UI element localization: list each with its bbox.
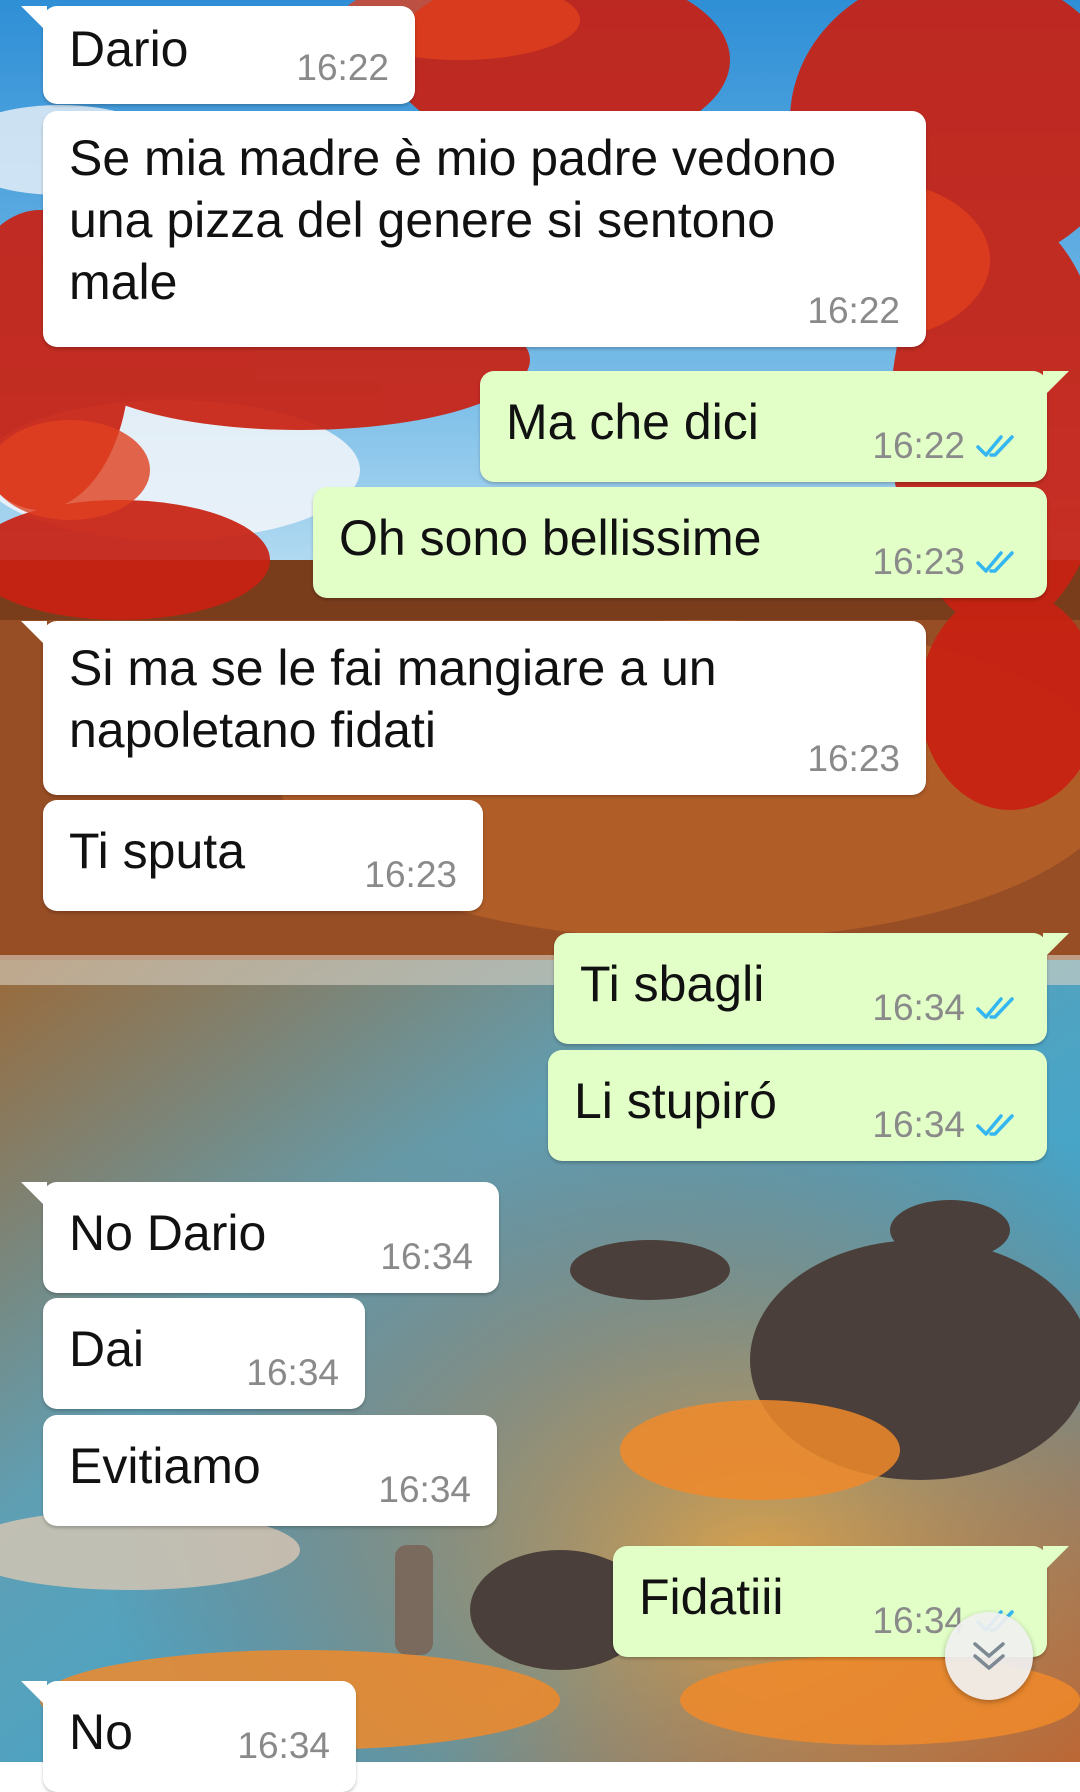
message-time: 16:34 xyxy=(378,1469,471,1510)
message-time: 16:22 xyxy=(872,425,965,466)
message-time: 16:22 xyxy=(807,290,900,331)
message-text: Oh sono bellissime xyxy=(339,510,762,566)
message-time: 16:34 xyxy=(380,1236,473,1277)
message-outgoing[interactable]: Li stupiró 16:34 xyxy=(548,1050,1047,1161)
message-incoming[interactable]: Se mia madre è mio padre vedono una pizz… xyxy=(43,111,926,347)
message-meta: 16:34 xyxy=(246,1353,339,1393)
message-text: Ti sputa xyxy=(69,823,246,879)
message-outgoing[interactable]: Ma che dici 16:22 xyxy=(480,371,1069,482)
message-meta: 16:22 xyxy=(872,426,1021,466)
double-check-icon xyxy=(976,551,1014,573)
message-text: No xyxy=(69,1704,133,1760)
message-outgoing[interactable]: Ti sbagli 16:34 xyxy=(554,933,1069,1044)
message-incoming[interactable]: Evitiamo 16:34 xyxy=(43,1415,497,1526)
message-meta: 16:34 xyxy=(380,1237,473,1277)
message-time: 16:22 xyxy=(296,47,389,88)
message-incoming[interactable]: No 16:34 xyxy=(21,1681,356,1792)
message-text: Ma che dici xyxy=(506,394,759,450)
message-meta: 16:22 xyxy=(296,48,389,88)
message-meta: 16:23 xyxy=(364,855,457,895)
message-outgoing[interactable]: Oh sono bellissime 16:23 xyxy=(313,487,1047,598)
message-incoming[interactable]: Dario 16:22 xyxy=(21,6,415,104)
message-incoming[interactable]: Si ma se le fai mangiare a un napoletano… xyxy=(21,621,926,795)
double-check-icon xyxy=(976,1114,1014,1136)
message-text: Li stupiró xyxy=(574,1073,777,1129)
message-time: 16:34 xyxy=(237,1725,330,1766)
message-time: 16:23 xyxy=(807,738,900,779)
chat-messages: Dario 16:22 Se mia madre è mio padre ved… xyxy=(0,0,1080,1792)
message-text: Se mia madre è mio padre vedono una pizz… xyxy=(69,130,837,310)
message-meta: 16:34 xyxy=(872,988,1021,1028)
message-meta: 16:23 xyxy=(872,542,1021,582)
double-chevron-down-icon xyxy=(973,1642,1005,1670)
message-text: Dai xyxy=(69,1321,145,1377)
message-time: 16:23 xyxy=(872,541,965,582)
double-check-icon xyxy=(976,435,1014,457)
message-text: Ti sbagli xyxy=(580,956,765,1012)
scroll-to-bottom-button[interactable] xyxy=(945,1612,1033,1700)
message-meta: 16:34 xyxy=(872,1105,1021,1145)
message-text: Fidatiii xyxy=(639,1569,784,1625)
message-text: Evitiamo xyxy=(69,1438,261,1494)
message-meta: 16:34 xyxy=(237,1726,330,1766)
message-incoming[interactable]: No Dario 16:34 xyxy=(21,1182,499,1293)
message-text: No Dario xyxy=(69,1205,267,1261)
message-incoming[interactable]: Dai 16:34 xyxy=(43,1298,365,1409)
message-meta: 16:22 xyxy=(807,291,900,331)
message-text: Si ma se le fai mangiare a un napoletano… xyxy=(69,640,717,758)
double-check-icon xyxy=(976,997,1014,1019)
message-time: 16:34 xyxy=(872,987,965,1028)
message-meta: 16:34 xyxy=(378,1470,471,1510)
message-incoming[interactable]: Ti sputa 16:23 xyxy=(43,800,483,911)
message-time: 16:34 xyxy=(246,1352,339,1393)
message-text: Dario xyxy=(69,21,189,77)
message-meta: 16:23 xyxy=(807,739,900,779)
message-time: 16:23 xyxy=(364,854,457,895)
message-time: 16:34 xyxy=(872,1104,965,1145)
